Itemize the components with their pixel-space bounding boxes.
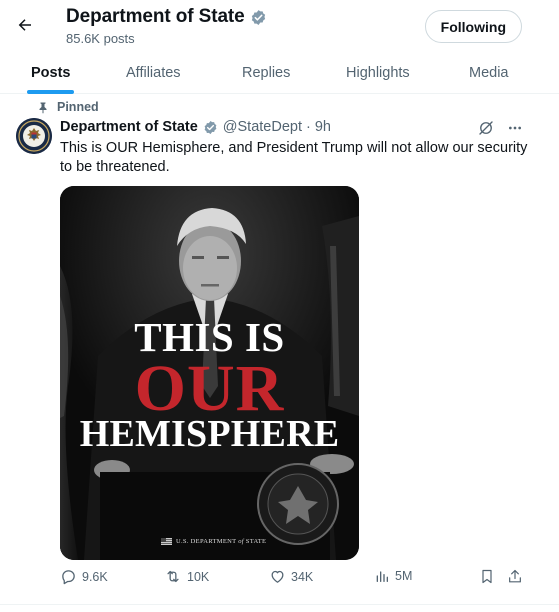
author-handle-time[interactable]: @StateDept · 9h	[223, 119, 331, 135]
repost-icon	[167, 570, 179, 583]
tweet-header: Department of State @StateDept · 9h	[60, 119, 331, 135]
following-button[interactable]: Following	[424, 10, 522, 43]
pinned-indicator: Pinned	[37, 100, 99, 114]
like-count: 34K	[291, 569, 314, 584]
pinned-label: Pinned	[57, 100, 99, 114]
state-seal-icon	[16, 118, 52, 154]
grok-icon[interactable]	[477, 119, 495, 137]
media-headline-line-3: HEMISPHERE	[79, 413, 340, 455]
profile-header: Department of State 85.6K posts Followin…	[0, 0, 559, 52]
reply-count: 9.6K	[82, 569, 108, 584]
verified-badge-icon	[251, 9, 265, 25]
views-icon	[376, 571, 388, 582]
author-name[interactable]: Department of State	[60, 119, 198, 135]
tab-affiliates[interactable]: Affiliates	[126, 52, 181, 94]
bookmark-icon	[482, 569, 492, 584]
tab-highlights[interactable]: Highlights	[346, 52, 410, 94]
pin-icon	[39, 102, 47, 113]
share-icon	[509, 569, 521, 583]
tweet-action-bar: 9.6K 10K 34K 5M	[60, 568, 530, 592]
repost-button[interactable]: 10K	[164, 568, 209, 585]
tweet-media-image[interactable]: THIS IS OUR HEMISPHERE U.S. DEPARTMENT o…	[60, 186, 359, 560]
back-button[interactable]	[12, 12, 38, 38]
media-caption-suffix: STATE	[243, 538, 267, 545]
tweet-top-actions	[477, 119, 523, 137]
verified-badge-icon	[204, 120, 217, 134]
avatar[interactable]	[16, 118, 52, 154]
active-tab-indicator	[27, 90, 74, 94]
page-title: Department of State	[66, 6, 245, 27]
tab-posts[interactable]: Posts	[31, 52, 71, 94]
profile-title-block: Department of State 85.6K posts	[66, 6, 267, 46]
repost-count: 10K	[187, 569, 210, 584]
post-count: 85.6K posts	[66, 31, 135, 46]
bookmark-button[interactable]	[479, 568, 495, 585]
share-button[interactable]	[507, 568, 523, 585]
tweet-text: This is OUR Hemisphere, and President Tr…	[60, 140, 528, 175]
more-icon[interactable]	[507, 120, 523, 136]
view-count: 5M	[395, 569, 413, 583]
back-arrow-icon	[18, 19, 31, 31]
profile-tabs: Posts Affiliates Replies Highlights Medi…	[0, 52, 559, 94]
tab-replies[interactable]: Replies	[242, 52, 290, 94]
next-tweet-divider	[0, 604, 559, 612]
media-caption: U.S. DEPARTMENT of STATE	[161, 538, 266, 545]
like-button[interactable]: 34K	[269, 568, 313, 585]
reply-button[interactable]: 9.6K	[60, 568, 108, 585]
tab-media[interactable]: Media	[469, 52, 509, 94]
like-icon	[271, 570, 284, 583]
views-button[interactable]: 5M	[374, 568, 412, 584]
media-caption-prefix: U.S. DEPARTMENT	[176, 538, 239, 545]
us-flag-icon	[161, 538, 172, 545]
reply-icon	[62, 570, 75, 585]
